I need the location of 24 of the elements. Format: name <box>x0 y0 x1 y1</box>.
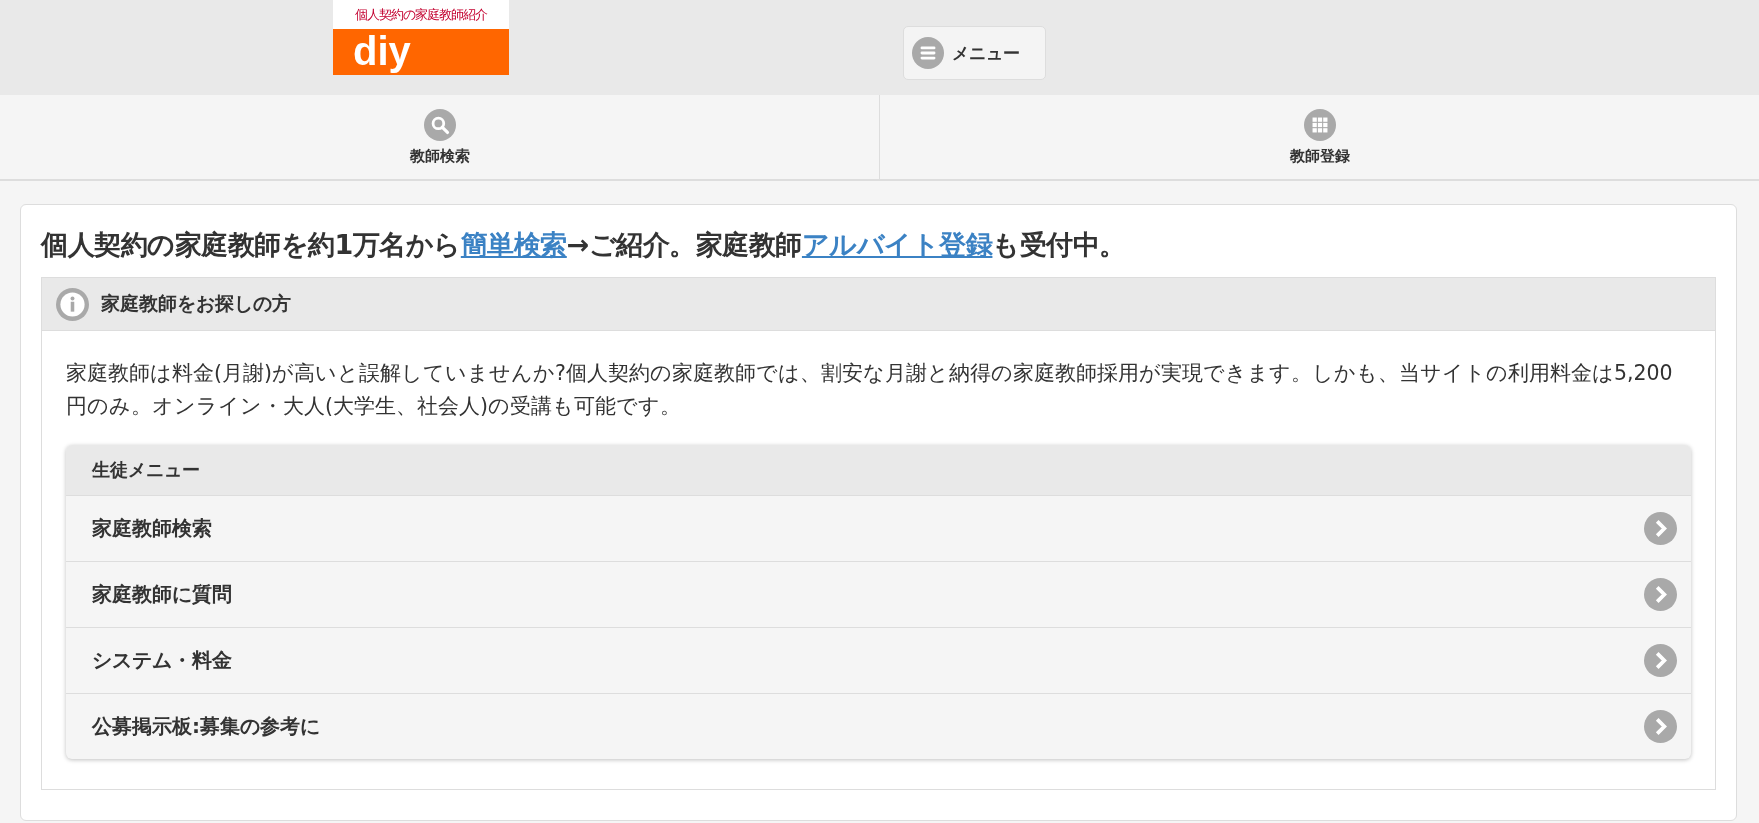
menu-icon <box>912 37 944 69</box>
intro-paragraph: 家庭教師は料金(月謝)が高いと誤解していませんか?個人契約の家庭教師では、割安な月謝と納得の家庭教師採用が実現できます。しかも、当サイトの利用料金は5,200円のみ。オンライン・大人(大学生、社会人)の受講も可能です。 <box>66 360 1674 420</box>
logo-wordmark: diy <box>333 29 509 75</box>
logo-caption: 個人契約の家庭教師紹介 <box>333 0 509 29</box>
chevron-right-icon <box>1644 710 1677 743</box>
menu-item[interactable]: システム・料金 <box>66 628 1691 694</box>
headline-link[interactable]: アルバイト登録 <box>801 229 993 260</box>
menu-item[interactable]: 家庭教師検索 <box>66 496 1691 562</box>
page-headline: 個人契約の家庭教師を約1万名から簡単検索→ご紹介。家庭教師アルバイト登録も受付中。 <box>41 228 1127 262</box>
menu-item[interactable]: 家庭教師に質問 <box>66 562 1691 628</box>
nav-tab[interactable]: 教師登録 <box>880 95 1759 179</box>
search-icon <box>423 108 456 141</box>
grid-icon <box>1303 108 1336 141</box>
menu-item[interactable]: 公募掲示板:募集の参考に <box>66 694 1691 759</box>
info-icon <box>56 287 89 321</box>
site-logo[interactable]: 個人契約の家庭教師紹介 diy <box>333 0 509 75</box>
menu-header: 生徒メニュー <box>66 445 1691 496</box>
headline-link[interactable]: 簡単検索 <box>460 229 567 260</box>
chevron-right-icon <box>1644 644 1677 677</box>
nav-tab[interactable]: 教師検索 <box>0 95 880 179</box>
panel-title: 家庭教師をお探しの方 <box>101 291 291 316</box>
chevron-right-icon <box>1644 512 1677 545</box>
menu-button[interactable]: メニュー <box>903 26 1046 80</box>
chevron-right-icon <box>1644 578 1677 611</box>
